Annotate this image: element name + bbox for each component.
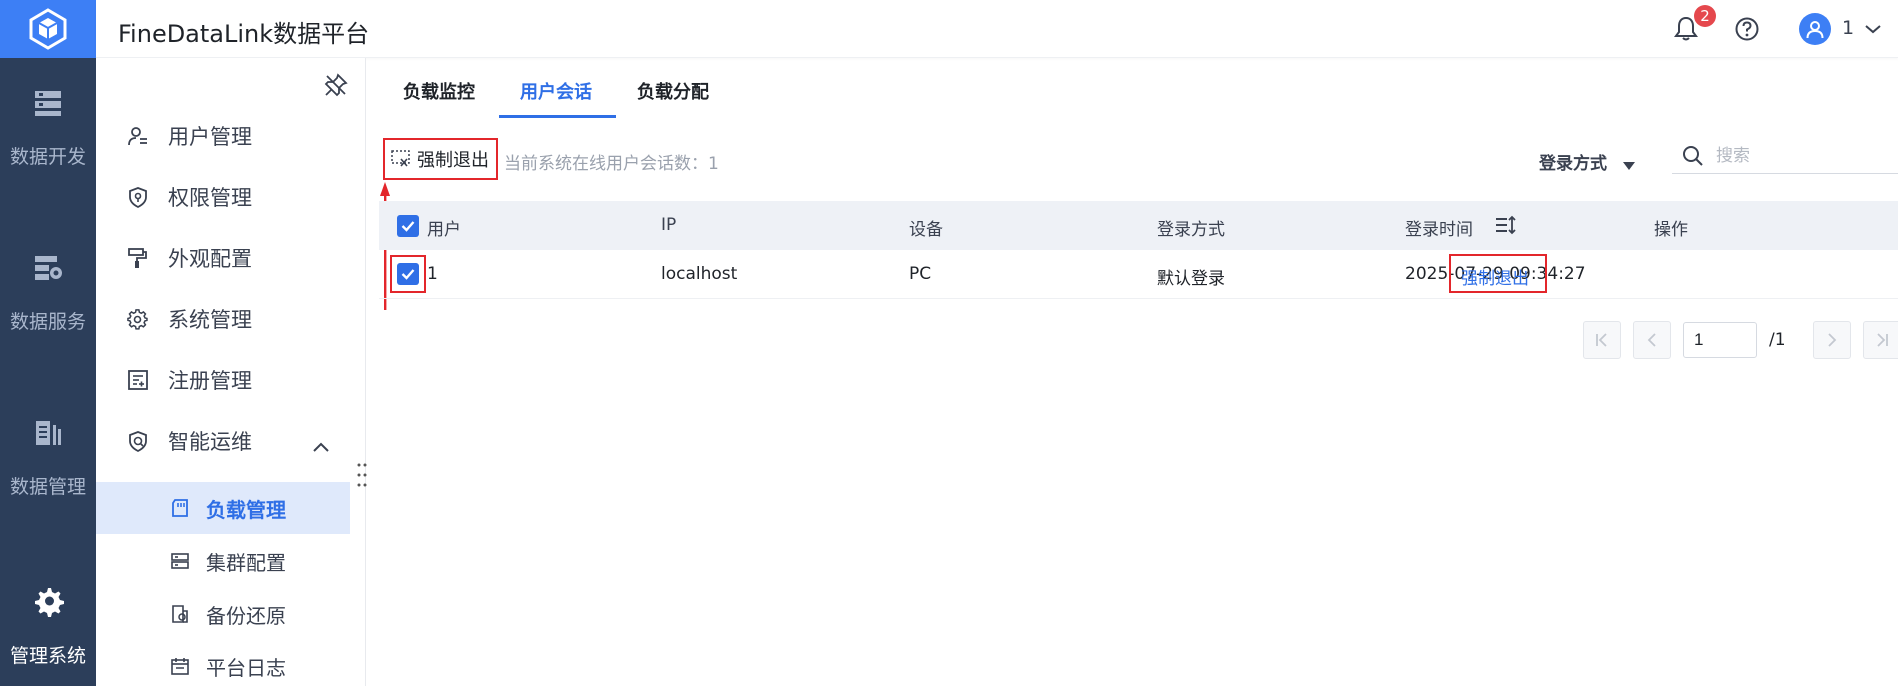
- row-checkbox[interactable]: [397, 263, 419, 285]
- search-input[interactable]: [1716, 143, 1891, 169]
- total-pages: /1: [1769, 330, 1786, 350]
- sidebar-item-label: 智能运维: [168, 430, 252, 454]
- sidebar-item-registration-management[interactable]: 注册管理: [96, 354, 350, 406]
- sidebar-item-label: 系统管理: [168, 308, 252, 332]
- secondary-sidebar: 用户管理 权限管理 外观配置 系统管理 注册管理 智能运维 负载管理 集群配置 …: [96, 58, 366, 686]
- rail-item-label: 数据管理: [9, 476, 86, 498]
- rail-item-data-service[interactable]: 数据服务: [0, 253, 96, 334]
- sidebar-item-label: 集群配置: [206, 550, 286, 575]
- load-icon: [168, 496, 192, 520]
- login-method-filter[interactable]: 登录方式: [1539, 149, 1607, 174]
- pin-icon[interactable]: [324, 73, 348, 101]
- app-title: FineDataLink数据平台: [118, 20, 370, 48]
- avatar[interactable]: [1799, 13, 1831, 45]
- data-manage-icon: [0, 418, 96, 448]
- sidebar-item-label: 负载管理: [206, 497, 286, 522]
- gear-icon: [0, 585, 96, 617]
- rail-item-data-dev[interactable]: 数据开发: [0, 88, 96, 169]
- paint-roller-icon: [126, 246, 150, 270]
- gear-icon: [126, 307, 150, 331]
- column-header-login-method: 登录方式: [1157, 220, 1225, 240]
- last-page-button[interactable]: [1863, 321, 1898, 359]
- sidebar-item-load-management[interactable]: 负载管理: [96, 482, 350, 534]
- chevron-down-icon[interactable]: [1864, 20, 1882, 39]
- column-header-device: 设备: [909, 220, 943, 240]
- column-header-action: 操作: [1654, 220, 1688, 240]
- user-manage-icon: [126, 124, 150, 148]
- sidebar-item-appearance-config[interactable]: 外观配置: [96, 232, 350, 284]
- column-header-login-time: 登录时间: [1405, 220, 1473, 240]
- data-dev-icon: [0, 88, 96, 118]
- sidebar-item-cluster-config[interactable]: 集群配置: [96, 535, 350, 587]
- prev-page-button[interactable]: [1633, 321, 1671, 359]
- chevron-right-icon: [1828, 333, 1837, 347]
- help-icon[interactable]: [1734, 16, 1760, 46]
- sidebar-item-label: 用户管理: [168, 125, 252, 149]
- page-number-input[interactable]: [1683, 322, 1757, 358]
- search-icon: [1682, 145, 1704, 171]
- user-name[interactable]: 1: [1842, 17, 1854, 39]
- cell-device: PC: [909, 264, 932, 284]
- rail-item-label: 管理系统: [9, 645, 86, 667]
- check-icon: [401, 269, 415, 280]
- column-header-user: 用户: [427, 220, 461, 240]
- next-page-button[interactable]: [1813, 321, 1851, 359]
- force-logout-icon: [391, 150, 410, 167]
- sidebar-item-label: 注册管理: [168, 369, 252, 393]
- rail-item-data-manage[interactable]: 数据管理: [0, 418, 96, 499]
- chevron-left-icon: [1647, 333, 1656, 347]
- force-logout-button[interactable]: 强制退出: [383, 138, 498, 180]
- cell-login-method: 默认登录: [1157, 269, 1225, 289]
- register-icon: [126, 368, 150, 392]
- app-rail: 数据开发 数据服务 数据管理 管理系统: [0, 0, 96, 686]
- sidebar-item-label: 平台日志: [206, 655, 286, 680]
- sidebar-item-system-management[interactable]: 系统管理: [96, 293, 350, 345]
- tab-bar: 负载监控 用户会话 负载分配: [367, 58, 1898, 118]
- sidebar-item-permission-management[interactable]: 权限管理: [96, 171, 350, 223]
- last-page-icon: [1877, 333, 1888, 347]
- table-row: 1 localhost PC 默认登录 2025-07-29 09:34:27 …: [379, 250, 1898, 299]
- sidebar-item-platform-log[interactable]: 平台日志: [96, 640, 350, 692]
- column-header-ip: IP: [661, 215, 677, 235]
- first-page-button[interactable]: [1583, 321, 1621, 359]
- search-box: [1672, 140, 1898, 174]
- check-icon: [401, 221, 415, 232]
- rail-item-admin-system[interactable]: 管理系统: [0, 585, 96, 668]
- select-all-checkbox[interactable]: [397, 215, 419, 237]
- rail-item-label: 数据开发: [9, 146, 86, 168]
- table-header: 用户 IP 设备 登录方式 登录时间 操作: [379, 201, 1898, 250]
- calendar-log-icon: [168, 654, 192, 678]
- active-tab-indicator: [499, 115, 616, 118]
- notification-badge: 2: [1694, 5, 1716, 27]
- sidebar-item-label: 备份还原: [206, 603, 286, 628]
- tab-user-session[interactable]: 用户会话: [520, 78, 592, 104]
- sidebar-item-user-management[interactable]: 用户管理: [96, 110, 350, 162]
- smart-ops-icon: [126, 429, 150, 453]
- sidebar-item-label: 权限管理: [168, 186, 252, 210]
- user-avatar-icon: [1806, 21, 1824, 39]
- sidebar-item-label: 外观配置: [168, 247, 252, 271]
- cell-user: 1: [427, 264, 438, 284]
- app-logo[interactable]: [0, 0, 96, 58]
- online-session-count: 当前系统在线用户会话数：1: [504, 154, 719, 174]
- data-service-icon: [0, 253, 96, 283]
- backup-icon: [168, 602, 192, 626]
- logo-cube-icon: [29, 8, 67, 50]
- sort-icon[interactable]: [1495, 215, 1517, 239]
- first-page-icon: [1596, 333, 1607, 347]
- tab-load-monitor[interactable]: 负载监控: [403, 78, 475, 104]
- rail-item-label: 数据服务: [9, 311, 86, 333]
- tab-load-distribution[interactable]: 负载分配: [637, 78, 709, 104]
- main-content: 负载监控 用户会话 负载分配 强制退出 当前系统在线用户会话数：1 登录方式 用…: [367, 58, 1898, 686]
- chevron-up-icon[interactable]: [312, 438, 330, 457]
- permission-shield-icon: [126, 185, 150, 209]
- row-force-logout-link[interactable]: 强制退出: [1461, 264, 1529, 289]
- sidebar-item-backup-restore[interactable]: 备份还原: [96, 588, 350, 640]
- cluster-icon: [168, 549, 192, 573]
- cell-ip: localhost: [661, 264, 738, 284]
- caret-down-icon[interactable]: [1623, 155, 1635, 174]
- top-header: FineDataLink数据平台 2 1: [96, 0, 1898, 58]
- force-logout-label: 强制退出: [417, 150, 489, 171]
